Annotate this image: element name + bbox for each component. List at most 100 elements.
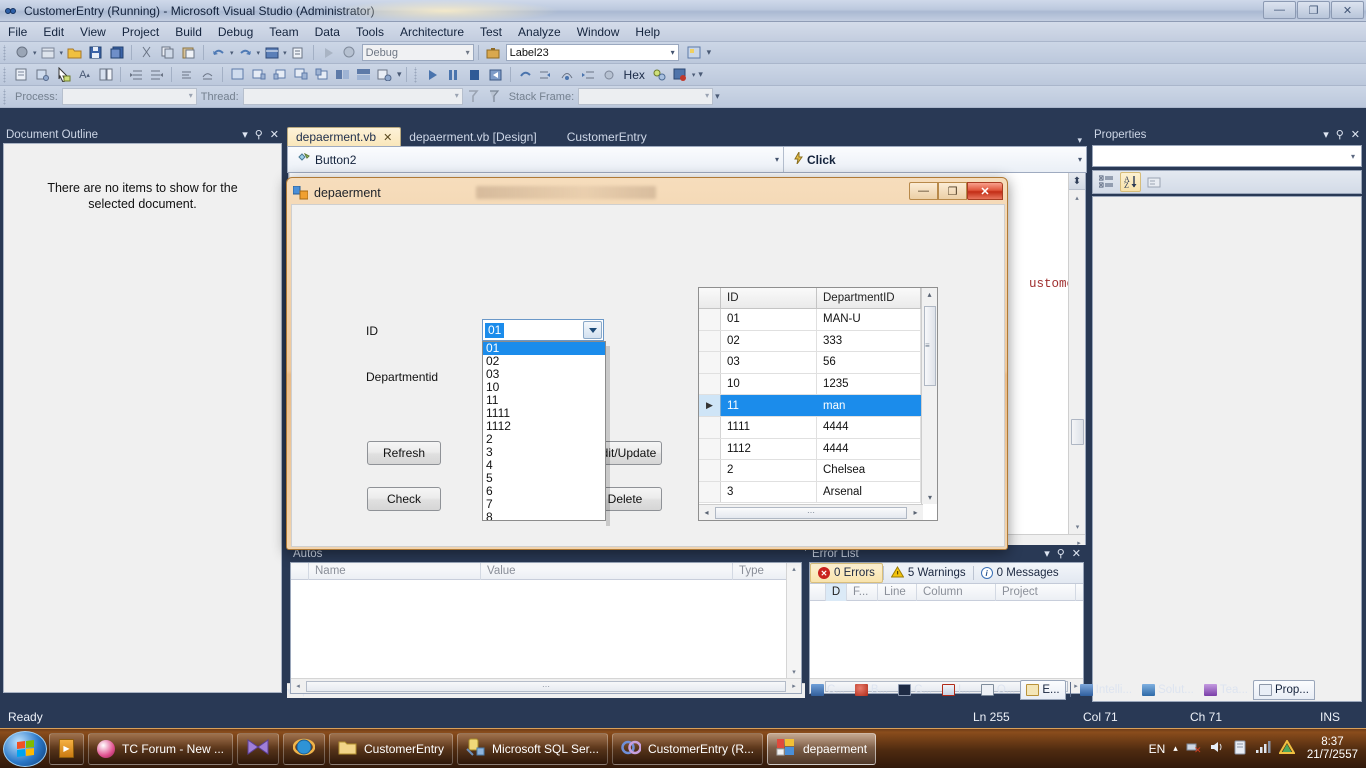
list-item[interactable]: 01	[483, 342, 605, 355]
scroll-up-icon[interactable]: ▴	[1069, 190, 1085, 205]
cell-id[interactable]: 1112	[721, 439, 817, 460]
table-row[interactable]: 02 333	[699, 331, 937, 353]
alphabetic-sort-icon[interactable]: A Z	[1120, 172, 1141, 192]
dock-tab-properties[interactable]: Prop...	[1253, 680, 1315, 700]
panel-menu-icon[interactable]: ▾	[1323, 128, 1329, 141]
table-row[interactable]: 03 56	[699, 352, 937, 374]
table-row[interactable]: 1111 4444	[699, 417, 937, 439]
table-row[interactable]: 2 Chelsea	[699, 460, 937, 482]
table-row[interactable]: ▶ 11 man	[699, 395, 937, 417]
categorized-icon[interactable]	[1096, 172, 1117, 192]
cursor-tool-icon[interactable]	[54, 66, 73, 84]
panel-menu-icon[interactable]: ▾	[242, 128, 248, 141]
list-item[interactable]: 4	[483, 459, 605, 472]
errors-filter-button[interactable]: ✕ 0 Errors	[810, 563, 883, 583]
grid-column-departmentid[interactable]: DepartmentID	[817, 288, 921, 308]
panel-pin-icon[interactable]: ⚲	[1336, 128, 1344, 141]
cell-departmentid[interactable]: Arsenal	[817, 482, 921, 503]
attach-process-icon[interactable]	[340, 44, 359, 62]
show-next-statement-icon[interactable]	[516, 66, 535, 84]
check-button[interactable]: Check	[367, 487, 441, 511]
id-combobox[interactable]: 01	[482, 319, 604, 341]
panel-pin-icon[interactable]: ⚲	[255, 128, 263, 141]
tray-language-indicator[interactable]: EN	[1149, 742, 1166, 756]
thread-combo[interactable]: ▾	[243, 88, 463, 105]
vs-close-button[interactable]: ✕	[1331, 1, 1364, 19]
menu-item-team[interactable]: Team	[261, 23, 306, 41]
flag-filter-alt-icon[interactable]	[485, 88, 504, 106]
messages-filter-button[interactable]: i 0 Messages	[974, 563, 1066, 583]
refresh-button[interactable]: Refresh	[367, 441, 441, 465]
taskbar-clock[interactable]: 8:37 21/7/2557	[1303, 736, 1358, 762]
cell-id[interactable]: 10	[721, 374, 817, 395]
dock-tab-immediate-window[interactable]: I...	[937, 680, 976, 700]
panel-pin-icon[interactable]: ⚲	[1057, 547, 1065, 560]
row-header[interactable]	[699, 352, 721, 373]
view-designer-icon[interactable]	[33, 66, 52, 84]
taskbar-item-depaerment[interactable]: depaerment	[767, 733, 876, 765]
error-list-column-column[interactable]: Column	[917, 584, 996, 601]
document-tab-customerentry[interactable]: CustomerEntry	[559, 127, 655, 146]
department-datagridview[interactable]: ID DepartmentID 01 MAN-U 02 333 03 56 10	[698, 287, 938, 521]
drive-icon[interactable]	[1279, 740, 1295, 757]
row-header[interactable]	[699, 460, 721, 481]
taskbar-item-tc-forum[interactable]: TC Forum - New ...	[88, 733, 233, 765]
new-project-icon[interactable]	[39, 44, 58, 62]
row-header[interactable]	[699, 417, 721, 438]
indent-icon[interactable]	[126, 66, 145, 84]
document-outline-icon[interactable]	[96, 66, 115, 84]
center-horizontally-icon[interactable]	[333, 66, 352, 84]
list-item[interactable]: 03	[483, 368, 605, 381]
cell-departmentid[interactable]: 333	[817, 331, 921, 352]
grid-vertical-scrollbar[interactable]: ▴ ≡ ▾	[921, 288, 937, 504]
document-tab-depaerment-vb[interactable]: depaerment.vb ✕	[287, 127, 401, 146]
panel-close-icon[interactable]: ✕	[1351, 128, 1360, 141]
chevron-down-icon[interactable]: ▾	[767, 155, 779, 164]
menu-item-analyze[interactable]: Analyze	[510, 23, 569, 41]
list-item[interactable]: 3	[483, 446, 605, 459]
menu-item-file[interactable]: File	[0, 23, 35, 41]
chevron-down-icon[interactable]: ▾	[230, 49, 234, 57]
form-maximize-button[interactable]: ❐	[938, 182, 967, 200]
chevron-down-icon[interactable]: ▾	[1070, 155, 1082, 164]
continue-icon[interactable]	[423, 66, 442, 84]
toolbar-grip[interactable]	[2, 45, 9, 61]
row-header[interactable]	[699, 331, 721, 352]
list-item[interactable]: 02	[483, 355, 605, 368]
row-header[interactable]	[699, 309, 721, 330]
form-minimize-button[interactable]: —	[909, 182, 938, 200]
tab-order-icon[interactable]	[375, 66, 394, 84]
cell-id[interactable]: 1111	[721, 417, 817, 438]
scrollbar-thumb[interactable]: ⋯	[306, 681, 786, 692]
error-list-column-description[interactable]: D	[826, 584, 847, 601]
comment-icon[interactable]	[177, 66, 196, 84]
menu-item-architecture[interactable]: Architecture	[392, 23, 472, 41]
process-combo[interactable]: ▾	[62, 88, 197, 105]
toolbar-overflow-icon[interactable]: ▾	[397, 69, 402, 80]
cell-id[interactable]: 3	[721, 482, 817, 503]
grid-horizontal-scrollbar[interactable]: ◂ ⋯ ▸	[699, 504, 923, 520]
autos-grid[interactable]: Name Value Type ▴ ▾ ◂ ⋯ ▸	[290, 562, 802, 694]
hex-display-button[interactable]: Hex	[624, 68, 645, 82]
grid-column-id[interactable]: ID	[721, 288, 817, 308]
scrollbar-thumb[interactable]	[1071, 419, 1084, 445]
scroll-left-icon[interactable]: ◂	[291, 682, 305, 690]
toolbar-overflow-icon[interactable]: ▾	[698, 69, 703, 80]
signal-icon[interactable]	[1255, 740, 1271, 757]
vs-minimize-button[interactable]: —	[1263, 1, 1296, 19]
id-combobox-dropdown-list[interactable]: 01 02 03 10 11 1111 1112 2 3 4 5 6 7 8 9	[482, 341, 606, 521]
dock-tab-team-explorer[interactable]: Tea...	[1199, 680, 1253, 700]
taskbar-media-player[interactable]: ▶	[49, 733, 84, 765]
menu-item-help[interactable]: Help	[627, 23, 668, 41]
uncomment-icon[interactable]	[198, 66, 217, 84]
cell-id[interactable]: 11	[721, 395, 817, 416]
dock-tab-output[interactable]: O...	[976, 680, 1021, 700]
event-dropdown[interactable]: Click ▾	[784, 147, 1086, 172]
toolbox-icon[interactable]	[484, 44, 503, 62]
menu-item-tools[interactable]: Tools	[348, 23, 392, 41]
chevron-down-icon[interactable]: ▾	[257, 49, 261, 57]
align-top-icon[interactable]	[291, 66, 310, 84]
autos-horizontal-scrollbar[interactable]: ◂ ⋯ ▸	[291, 678, 801, 693]
menu-item-edit[interactable]: Edit	[35, 23, 72, 41]
breakpoints-window-icon[interactable]	[671, 66, 690, 84]
